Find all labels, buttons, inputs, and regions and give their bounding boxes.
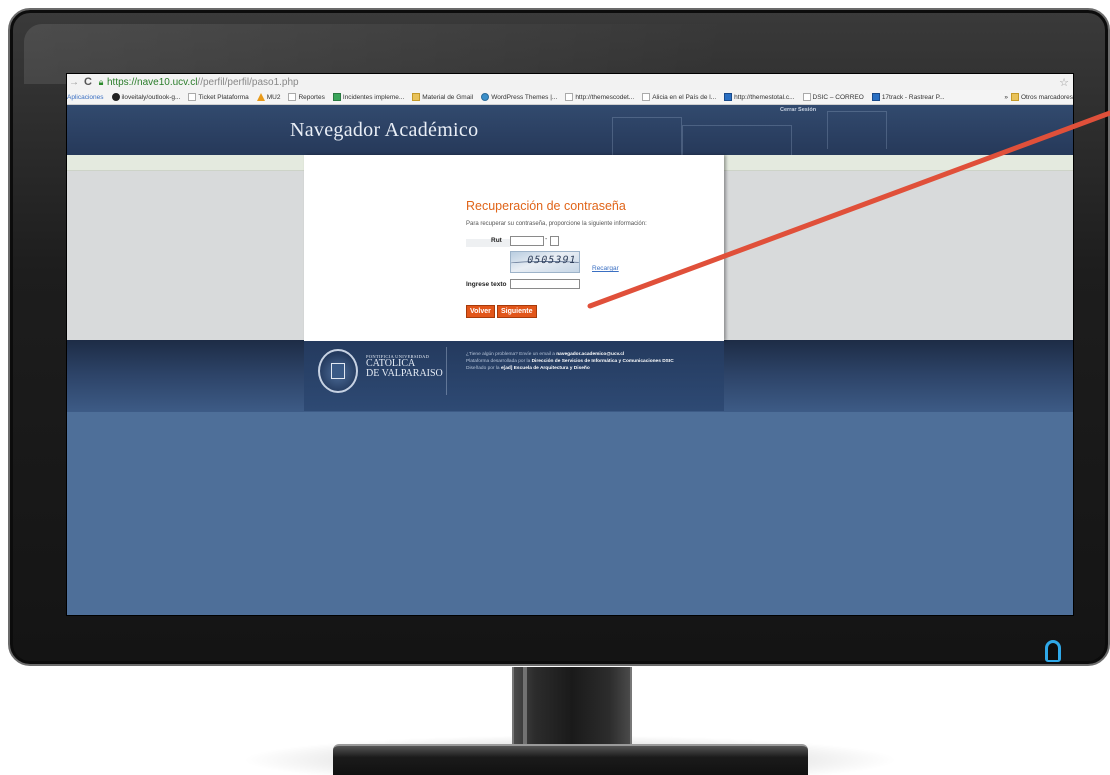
triangle-icon (256, 93, 265, 101)
bookmark-label: Otros marcadores (1020, 93, 1073, 101)
footer-panel: PONTIFICIA UNIVERSIDAD CATOLICA DE VALPA… (304, 341, 724, 411)
bookmark-apps[interactable]: Aplicaciones (67, 94, 104, 101)
bookmark-item[interactable]: Alicia en el País de l... (642, 93, 716, 101)
github-icon (111, 93, 120, 101)
folder-icon (1010, 93, 1019, 101)
rut-dv-input[interactable] (550, 236, 559, 246)
bookmark-label: DSIC – CORREO (812, 93, 864, 101)
footer-text: ¿Tiene algún problema? Envíe un email a … (466, 351, 674, 372)
other-bookmarks[interactable]: » Otros marcadores (1004, 93, 1073, 101)
support-email-link[interactable]: navegador.academico@ucv.cl (556, 352, 624, 357)
bookmarks-bar: Aplicaciones iloveitaly/outlook-g... Tic… (67, 90, 1073, 105)
lock-icon: 🔒︎ (98, 76, 104, 87)
bookmark-item[interactable]: WordPress Themes |... (481, 93, 557, 101)
power-led-icon (1045, 640, 1061, 662)
logout-link[interactable]: Cerrar Sesión (780, 107, 816, 113)
bookmark-item[interactable]: Ticket Plataforma (188, 93, 249, 101)
bookmark-label: http://themescodet... (575, 93, 635, 101)
web-page: Navegador Académico Cerrar Sesión Recupe… (67, 105, 1073, 615)
platform-org: Dirección de Servicios de Informática y … (531, 359, 674, 364)
address-bar: → C 🔒︎ https://nave10.ucv.cl//perfil/per… (67, 74, 1073, 90)
bookmark-item[interactable]: MU2 (256, 93, 281, 101)
footer-line-design: Diseñado por la e[ad] Escuela de Arquite… (466, 365, 674, 372)
site-icon (724, 93, 733, 101)
forward-arrow-icon[interactable]: → (67, 77, 81, 88)
bookmark-label: Ticket Plataforma (198, 93, 249, 101)
bookmark-label: MU2 (266, 93, 281, 101)
bookmark-label: Aplicaciones (67, 93, 104, 101)
site-header: Navegador Académico Cerrar Sesión (67, 105, 1073, 155)
bookmark-label: Incidentes impleme... (342, 93, 405, 101)
label-background (466, 239, 510, 247)
page-icon (802, 93, 811, 101)
bookmark-item[interactable]: Incidentes impleme... (332, 93, 405, 101)
bookmark-item[interactable]: http://themescodet... (565, 93, 634, 101)
neck-highlight (523, 667, 527, 749)
platform-text: Plataforma desarrollada por la (466, 359, 532, 364)
seal-shield (331, 363, 345, 379)
design-org: e[ad] Escuela de Arquitectura y Diseño (500, 366, 590, 371)
next-button[interactable]: Siguiente (497, 305, 537, 318)
monitor-neck (512, 667, 632, 749)
bookmark-item[interactable]: http://themestotal.c... (724, 93, 795, 101)
password-recovery-panel: Recuperación de contraseña Para recupera… (304, 155, 724, 341)
wordpress-icon (481, 93, 490, 101)
form-intro: Para recuperar su contraseña, proporcion… (466, 221, 647, 227)
reload-icon[interactable]: C (81, 76, 95, 88)
univ-line2: DE VALPARAISO (366, 368, 443, 379)
track-icon (871, 93, 880, 101)
form-title: Recuperación de contraseña (466, 199, 626, 213)
building-outline (612, 117, 682, 155)
page-icon (288, 93, 297, 101)
bookmark-label: WordPress Themes |... (491, 93, 558, 101)
captcha-text: 0505391 (525, 255, 578, 266)
bookmark-label: Reportes (298, 93, 325, 101)
rut-label: Rut (491, 237, 502, 244)
bookmark-item[interactable]: Material de Gmail (412, 93, 473, 101)
design-text: Diseñado por la (466, 366, 501, 371)
url-host: https://nave10.ucv.cl (107, 76, 198, 88)
captcha-image: 0505391 (510, 251, 580, 273)
monitor-screen: → C 🔒︎ https://nave10.ucv.cl//perfil/per… (66, 73, 1074, 616)
help-text: ¿Tiene algún problema? Envíe un email a (466, 352, 557, 357)
captcha-reload-link[interactable]: Recargar (592, 265, 619, 272)
bookmark-label: 17track - Rastrear P... (881, 93, 945, 101)
bookmark-label: Alicia en el País de l... (652, 93, 717, 101)
rut-separator: - (545, 236, 548, 243)
bookmark-label: Material de Gmail (422, 93, 474, 101)
footer-line-help: ¿Tiene algún problema? Envíe un email a … (466, 351, 674, 358)
captcha-input[interactable] (510, 279, 580, 289)
page-icon (565, 93, 574, 101)
building-outline (682, 125, 792, 155)
site-title: Navegador Académico (290, 119, 479, 141)
rut-input[interactable] (510, 236, 544, 246)
footer-line-platform: Plataforma desarrollada por la Dirección… (466, 358, 674, 365)
sheet-icon (332, 93, 341, 101)
page-icon (188, 93, 197, 101)
url-field[interactable]: https://nave10.ucv.cl//perfil/perfil/pas… (107, 77, 299, 88)
captcha-label: Ingrese texto (466, 281, 507, 288)
building-outline (827, 111, 887, 149)
university-logo: PONTIFICIA UNIVERSIDAD CATOLICA DE VALPA… (366, 354, 443, 379)
bookmark-label: http://themestotal.c... (734, 93, 795, 101)
url-path: //perfil/perfil/paso1.php (197, 76, 299, 88)
bookmark-star-icon[interactable]: ☆ (1059, 76, 1069, 89)
monitor-base (333, 744, 808, 775)
back-button[interactable]: Volver (466, 305, 495, 318)
page-icon (642, 93, 651, 101)
footer-divider (446, 347, 447, 395)
university-seal-icon (318, 349, 358, 393)
bookmark-item[interactable]: iloveitaly/outlook-g... (111, 93, 181, 101)
bookmark-item[interactable]: 17track - Rastrear P... (871, 93, 945, 101)
bookmark-item[interactable]: Reportes (288, 93, 325, 101)
folder-icon (412, 93, 421, 101)
bookmark-item[interactable]: DSIC – CORREO (802, 93, 864, 101)
bookmark-label: iloveitaly/outlook-g... (121, 93, 181, 101)
monitor-mockup: → C 🔒︎ https://nave10.ucv.cl//perfil/per… (0, 0, 1110, 775)
